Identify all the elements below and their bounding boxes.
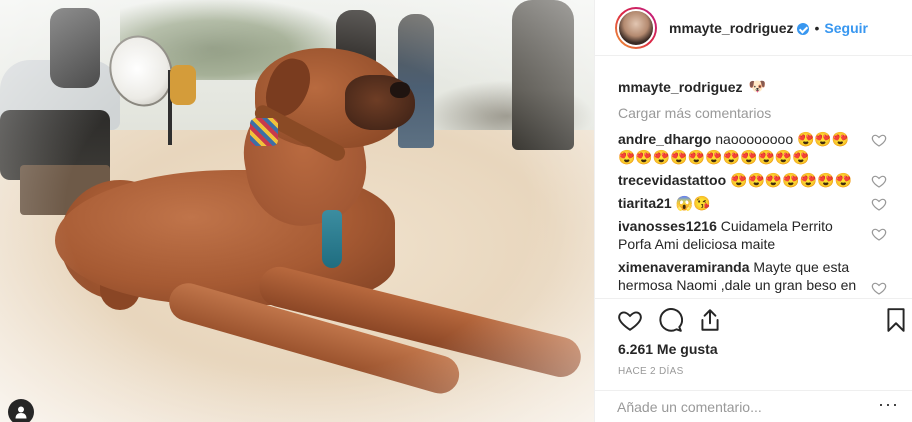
comments-list[interactable]: mmayte_rodriguez 🐶 Cargar más comentario… <box>595 68 912 298</box>
action-bar <box>595 298 912 340</box>
comment-item: trecevidastattoo 😍😍😍😍😍😍😍 <box>618 171 891 189</box>
comment-username[interactable]: trecevidastattoo <box>618 172 726 188</box>
likes-count[interactable]: 6.261 Me gusta <box>618 341 718 357</box>
more-options-icon[interactable]: ··· <box>878 395 899 413</box>
user-tag-button[interactable] <box>8 399 34 422</box>
share-icon[interactable] <box>697 307 723 333</box>
photo-vignette <box>0 0 594 422</box>
comment-username[interactable]: ivanosses1216 <box>618 218 717 234</box>
caption-emoji: 🐶 <box>748 78 766 94</box>
header-username[interactable]: mmayte_rodriguez <box>669 20 793 36</box>
avatar[interactable] <box>615 6 657 49</box>
verified-badge-icon <box>797 22 810 35</box>
heart-icon[interactable] <box>617 307 643 333</box>
caption-username[interactable]: mmayte_rodriguez <box>618 79 742 95</box>
comment-like-heart-icon[interactable] <box>871 173 887 189</box>
comment-username[interactable]: ximenaveramiranda <box>618 259 750 275</box>
follow-button[interactable]: Seguir <box>824 20 868 36</box>
post-header: mmayte_rodriguez • Seguir <box>595 0 912 56</box>
comment-like-heart-icon[interactable] <box>871 280 887 296</box>
add-comment-bar: ··· <box>595 390 912 422</box>
load-more-comments-button[interactable]: Cargar más comentarios <box>618 105 891 121</box>
separator-dot: • <box>814 19 820 36</box>
comment-item: andre_dhargo naoooooooo 😍😍😍😍😍😍😍😍😍😍😍😍😍😍 <box>618 130 891 166</box>
bookmark-icon[interactable] <box>883 307 909 333</box>
comment-input[interactable] <box>617 391 867 422</box>
comment-item: tiarita21 😱😘 <box>618 194 891 212</box>
comment-like-heart-icon[interactable] <box>871 132 887 148</box>
comment-username[interactable]: andre_dhargo <box>618 131 711 147</box>
post-sidebar: mmayte_rodriguez • Seguir mmayte_rodrigu… <box>594 0 912 422</box>
comment-icon[interactable] <box>657 307 683 333</box>
post-timestamp[interactable]: HACE 2 DÍAS <box>618 366 684 377</box>
user-tag-icon <box>15 406 27 419</box>
comment-like-heart-icon[interactable] <box>871 226 887 242</box>
post-photo[interactable] <box>0 0 594 422</box>
comment-text: 😱😘 <box>675 195 711 211</box>
comment-username[interactable]: tiarita21 <box>618 195 672 211</box>
caption: mmayte_rodriguez 🐶 <box>618 78 891 95</box>
comment-like-heart-icon[interactable] <box>871 196 887 212</box>
comment-item: ivanosses1216 Cuidamela Perrito Porfa Am… <box>618 217 891 253</box>
comment-text: 😍😍😍😍😍😍😍 <box>730 172 853 188</box>
comment-item: ximenaveramiranda Mayte que esta hermosa… <box>618 258 891 296</box>
avatar-image <box>617 8 655 47</box>
